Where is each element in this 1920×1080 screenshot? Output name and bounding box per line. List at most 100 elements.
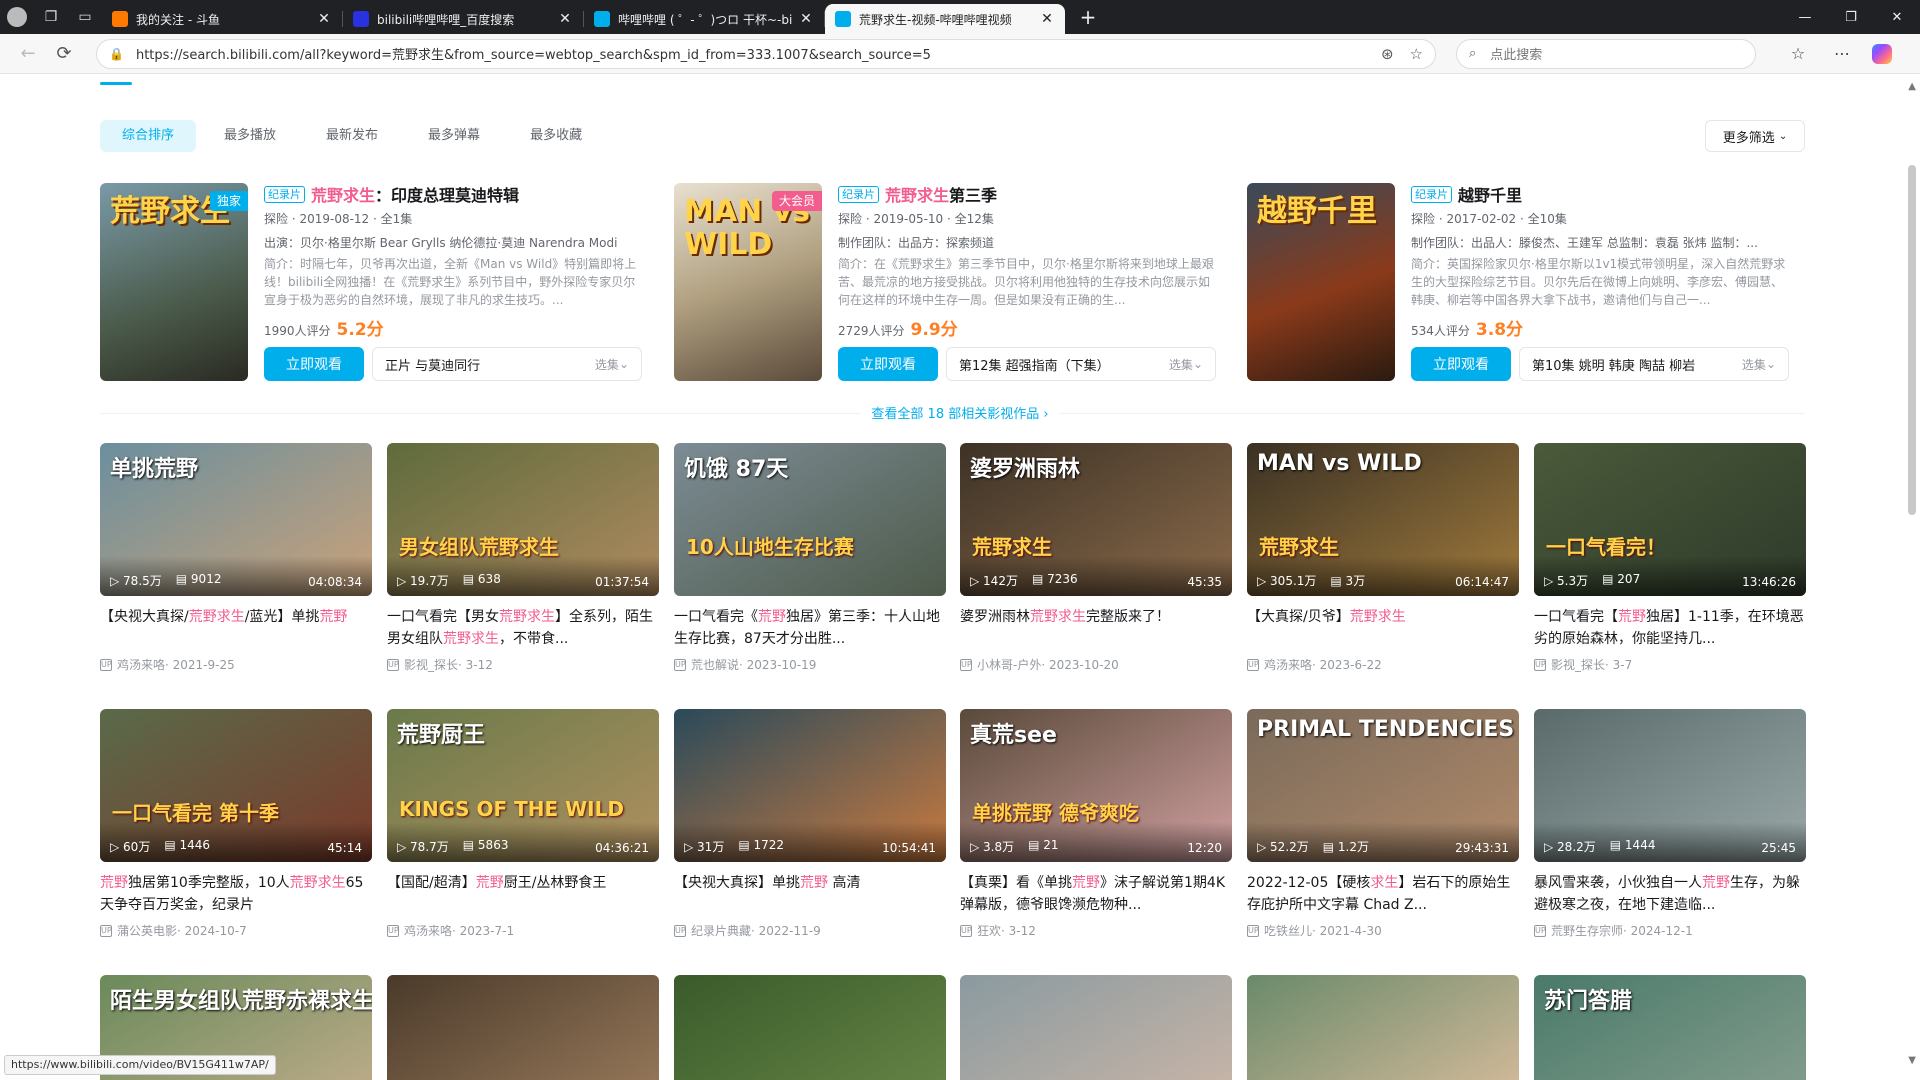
- video-card[interactable]: [960, 975, 1232, 1080]
- video-card[interactable]: ▷ 31万 ▤ 1722 10:54:41 【央视大真探】单挑荒野 高清 UP 纪录片典藏…: [674, 709, 946, 939]
- video-title[interactable]: 【大真探/贝爷】荒野求生: [1247, 606, 1519, 650]
- copilot-icon[interactable]: [1872, 43, 1892, 64]
- profile-button[interactable]: [0, 0, 34, 34]
- video-card[interactable]: PRIMAL TENDENCIES ▷ 52.2万 ▤ 1.2万 29:43:31 20…: [1247, 709, 1519, 939]
- tab-close-icon[interactable]: ✕: [798, 11, 814, 27]
- browser-search-input[interactable]: ⌕ 点此搜索: [1456, 38, 1756, 69]
- video-thumbnail[interactable]: 一口气看完！ ▷ 5.3万 ▤ 207 13:46:26: [1534, 443, 1806, 596]
- workspaces-icon[interactable]: ❐: [34, 0, 68, 34]
- video-title[interactable]: 一口气看完【男女荒野求生】全系列，陌生男女组队荒野求生，不带食...: [387, 606, 659, 650]
- video-thumbnail[interactable]: MAN vs WILD 荒野求生 ▷ 305.1万 ▤ 3万 06:14:47: [1247, 443, 1519, 596]
- video-card[interactable]: 男女组队荒野求生 ▷ 19.7万 ▤ 638 01:37:54 一口气看完【男女荒野求生…: [387, 443, 659, 673]
- video-thumbnail[interactable]: 苏门答腊: [1534, 975, 1806, 1080]
- uploader-name[interactable]: 影视_探长: [1551, 656, 1605, 673]
- uploader-name[interactable]: 吃铁丝儿: [1264, 922, 1312, 939]
- video-thumbnail[interactable]: [1247, 975, 1519, 1080]
- favorites-icon[interactable]: ☆: [1776, 44, 1820, 63]
- video-thumbnail[interactable]: [674, 975, 946, 1080]
- media-title[interactable]: 纪录片 越野千里: [1411, 183, 1787, 205]
- video-title[interactable]: 一口气看完《荒野独居》第三季：十人山地生存比赛，87天才分出胜...: [674, 606, 946, 650]
- uploader-name[interactable]: 狂欢: [977, 922, 1001, 939]
- translate-icon[interactable]: ⊛: [1381, 45, 1394, 63]
- media-poster[interactable]: MAN vs WILD 大会员: [674, 183, 822, 381]
- minimize-icon[interactable]: —: [1782, 0, 1828, 34]
- close-window-icon[interactable]: ✕: [1874, 0, 1920, 34]
- watch-now-button[interactable]: 立即观看: [838, 347, 938, 381]
- browser-tab[interactable]: 哔哩哔哩 ( ゜- ゜)つロ 干杯~-bilibi ✕: [584, 4, 824, 34]
- video-title[interactable]: 一口气看完【荒野独居】1-11季，在环境恶劣的原始森林，你能坚持几...: [1534, 606, 1806, 650]
- video-card[interactable]: 婆罗洲雨林 荒野求生 ▷ 142万 ▤ 7236 45:35 婆罗洲雨林荒野求生完整版来了…: [960, 443, 1232, 673]
- video-card[interactable]: 一口气看完！ ▷ 5.3万 ▤ 207 13:46:26 一口气看完【荒野独居】1-11…: [1534, 443, 1806, 673]
- media-poster[interactable]: 荒野求生 独家: [100, 183, 248, 381]
- watch-now-button[interactable]: 立即观看: [1411, 347, 1511, 381]
- restore-icon[interactable]: ❐: [1828, 0, 1874, 34]
- video-thumbnail[interactable]: [960, 975, 1232, 1080]
- video-thumbnail[interactable]: 荒野厨王 KINGS OF THE WILD ▷ 78.7万 ▤ 5863 04:36:…: [387, 709, 659, 862]
- video-thumbnail[interactable]: 男女组队荒野求生 ▷ 19.7万 ▤ 638 01:37:54: [387, 443, 659, 596]
- video-card[interactable]: 饥饿 87天 10人山地生存比赛一口气看完《荒野独居》第三季：十人山地生存比赛，8…: [674, 443, 946, 673]
- media-title[interactable]: 纪录片 荒野求生 ：印度总理莫迪特辑: [264, 183, 640, 205]
- sort-option[interactable]: 最新发布: [304, 120, 400, 152]
- video-thumbnail[interactable]: PRIMAL TENDENCIES ▷ 52.2万 ▤ 1.2万 29:43:31: [1247, 709, 1519, 862]
- video-title[interactable]: 【真栗】看《单挑荒野》沫子解说第1期4K弹幕版，德爷眼馋濒危物种...: [960, 872, 1232, 916]
- video-title[interactable]: 【央视大真探】单挑荒野 高清: [674, 872, 946, 916]
- video-card[interactable]: ▷ 28.2万 ▤ 1444 25:45 暴风雪来袭，小伙独自一人荒野生存，为躲避极寒…: [1534, 709, 1806, 939]
- tab-close-icon[interactable]: ✕: [316, 11, 332, 27]
- video-card[interactable]: 单挑荒野 ▷ 78.5万 ▤ 9012 04:08:34 【央视大真探/荒野求生/蓝光】…: [100, 443, 372, 673]
- video-title[interactable]: 荒野独居第10季完整版，10人荒野求生65天争夺百万奖金，纪录片: [100, 872, 372, 916]
- more-menu-icon[interactable]: ⋯: [1820, 44, 1864, 63]
- video-thumbnail[interactable]: ▷ 31万 ▤ 1722 10:54:41: [674, 709, 946, 862]
- video-thumbnail[interactable]: 饥饿 87天 10人山地生存比赛: [674, 443, 946, 596]
- video-card[interactable]: [674, 975, 946, 1080]
- sort-option[interactable]: 最多收藏: [508, 120, 604, 152]
- video-card[interactable]: 苏门答腊: [1534, 975, 1806, 1080]
- lock-icon[interactable]: 🔒: [109, 47, 124, 61]
- sort-option[interactable]: 最多弹幕: [406, 120, 502, 152]
- video-thumbnail[interactable]: 真荒see 单挑荒野 德爷爽吃 ▷ 3.8万 ▤ 21 12:20: [960, 709, 1232, 862]
- address-bar[interactable]: 🔒 https://search.bilibili.com/all?keywor…: [96, 38, 1436, 69]
- favorite-star-icon[interactable]: ☆: [1410, 45, 1423, 63]
- watch-now-button[interactable]: 立即观看: [264, 347, 364, 381]
- uploader-name[interactable]: 鸡汤来咯: [1264, 656, 1312, 673]
- uploader-name[interactable]: 小林哥-户外: [977, 656, 1041, 673]
- video-title[interactable]: 2022-12-05【硬核求生】岩石下的原始生存庇护所中文字幕 Chad Z..…: [1247, 872, 1519, 916]
- browser-tab[interactable]: 我的关注 - 斗鱼 ✕: [102, 4, 342, 34]
- uploader-name[interactable]: 蒲公英电影: [117, 922, 177, 939]
- video-thumbnail[interactable]: 单挑荒野 ▷ 78.5万 ▤ 9012 04:08:34: [100, 443, 372, 596]
- uploader-name[interactable]: 鸡汤来咯: [404, 922, 452, 939]
- refresh-icon[interactable]: ⟳: [46, 36, 82, 72]
- episode-selector[interactable]: 第12集 超强指南（下集） 选集 ⌄: [946, 347, 1216, 381]
- more-filter-button[interactable]: 更多筛选 ⌄: [1705, 120, 1805, 152]
- scroll-up-arrow[interactable]: ▲: [1908, 81, 1916, 92]
- back-icon[interactable]: ←: [10, 36, 46, 72]
- uploader-name[interactable]: 荒野生存宗师: [1551, 922, 1623, 939]
- video-thumbnail[interactable]: [387, 975, 659, 1080]
- scroll-down-arrow[interactable]: ▼: [1908, 1055, 1916, 1066]
- media-poster[interactable]: 越野千里: [1247, 183, 1395, 381]
- video-thumbnail[interactable]: 一口气看完 第十季 ▷ 60万 ▤ 1446 45:14: [100, 709, 372, 862]
- video-title[interactable]: 婆罗洲雨林荒野求生完整版来了！: [960, 606, 1232, 650]
- video-thumbnail[interactable]: ▷ 28.2万 ▤ 1444 25:45: [1534, 709, 1806, 862]
- episode-selector[interactable]: 第10集 姚明 韩庚 陶喆 柳岩 选集 ⌄: [1519, 347, 1789, 381]
- video-card[interactable]: [1247, 975, 1519, 1080]
- video-card[interactable]: 真荒see 单挑荒野 德爷爽吃 ▷ 3.8万 ▤ 21 12:20 【真栗】看《单挑荒野》…: [960, 709, 1232, 939]
- video-card[interactable]: MAN vs WILD 荒野求生 ▷ 305.1万 ▤ 3万 06:14:47 【大真探/…: [1247, 443, 1519, 673]
- uploader-name[interactable]: 荒也解说: [691, 656, 739, 673]
- episode-selector[interactable]: 正片 与莫迪同行 选集 ⌄: [372, 347, 642, 381]
- video-title[interactable]: 暴风雪来袭，小伙独自一人荒野生存，为躲避极寒之夜，在地下建造临...: [1534, 872, 1806, 916]
- video-card[interactable]: 荒野厨王 KINGS OF THE WILD ▷ 78.7万 ▤ 5863 04:36:…: [387, 709, 659, 939]
- sort-option[interactable]: 综合排序: [100, 120, 197, 152]
- video-card[interactable]: 一口气看完 第十季 ▷ 60万 ▤ 1446 45:14 荒野独居第10季完整版，10人…: [100, 709, 372, 939]
- view-all-link[interactable]: 查看全部 18 部相关影视作品 ›: [0, 403, 1920, 422]
- video-card[interactable]: [387, 975, 659, 1080]
- tab-actions-icon[interactable]: ▭: [68, 0, 102, 34]
- uploader-name[interactable]: 鸡汤来咯: [117, 656, 165, 673]
- sort-option[interactable]: 最多播放: [202, 120, 298, 152]
- video-title[interactable]: 【国配/超清】荒野厨王/丛林野食王: [387, 872, 659, 916]
- video-thumbnail[interactable]: 婆罗洲雨林 荒野求生 ▷ 142万 ▤ 7236 45:35: [960, 443, 1232, 596]
- tab-close-icon[interactable]: ✕: [557, 11, 573, 27]
- uploader-name[interactable]: 纪录片典藏: [691, 922, 751, 939]
- video-title[interactable]: 【央视大真探/荒野求生/蓝光】单挑荒野: [100, 606, 372, 650]
- new-tab-button[interactable]: +: [1071, 5, 1105, 29]
- media-title[interactable]: 纪录片 荒野求生 第三季: [838, 183, 1214, 205]
